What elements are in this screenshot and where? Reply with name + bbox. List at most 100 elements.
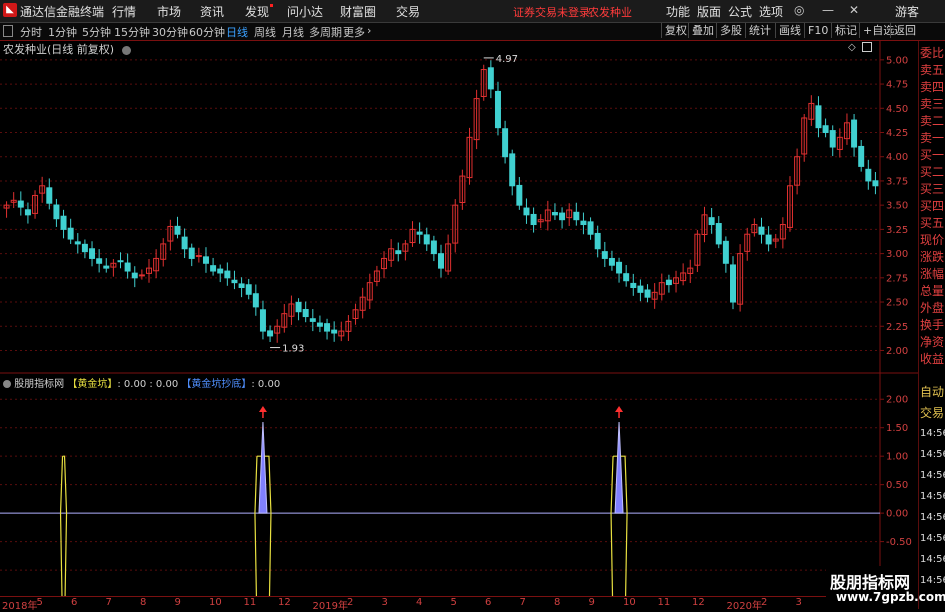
x-axis: 2018年 5 6 7 8 9 10 11 12 2019年 2 3 4 5 6 7 8 9 10 11 12 2020年…: [0, 596, 918, 612]
x-tick-label: 8: [140, 597, 147, 608]
quote-row-label: 收益: [920, 352, 945, 366]
candle-body: [89, 248, 96, 259]
tick-time: 14:56: [920, 575, 945, 586]
indicator-label-2: 【黄金坑抄底】: [181, 379, 252, 390]
candle-body: [103, 265, 110, 269]
x-tick-label: 6: [485, 597, 492, 608]
signal-arrow-head: [258, 406, 267, 413]
indicator-y-tick-label: 1.00: [886, 452, 908, 463]
candle-body: [238, 283, 245, 288]
tick-time: 14:56: [920, 512, 945, 523]
x-tick-label: 8: [554, 597, 561, 608]
indicator-header: 股朋指标网 【黄金坑】: 0.00 : 0.00 【黄金坑抄底】: 0.00: [3, 375, 280, 390]
x-tick-label: 10: [209, 597, 222, 608]
candle-body: [309, 318, 316, 322]
candle-body: [851, 119, 858, 148]
candle-body: [822, 125, 829, 134]
candle-body: [259, 309, 266, 332]
trade-option-label[interactable]: 自动: [920, 382, 944, 402]
candle-body: [601, 251, 608, 259]
y-tick-label: 2.25: [886, 322, 908, 333]
indicator-label-1: 【黄金坑】: [67, 379, 118, 390]
candle-body: [188, 247, 195, 259]
y-tick-label: 4.50: [886, 104, 908, 115]
candle-body: [872, 180, 879, 187]
signal-arrow-head: [615, 406, 624, 413]
candle-body: [316, 322, 323, 327]
low-label: 1.93: [282, 344, 304, 355]
signal-spike: [614, 421, 624, 514]
candle-body: [117, 260, 124, 263]
candle-body: [494, 90, 501, 129]
kline-chart[interactable]: 5.00 4.75 4.50 4.25 4.00 3.75 3.50 3.25 3.00 2.75…: [0, 0, 945, 609]
indicator-value-1: : 0.00 : 0.00: [117, 379, 179, 390]
x-tick-label: 10: [623, 597, 636, 608]
candle-body: [623, 273, 630, 282]
candle-body: [60, 215, 67, 230]
candle-body: [765, 234, 772, 245]
y-tick-label: 2.00: [886, 346, 908, 357]
high-label: 4.97: [496, 54, 518, 65]
candle-body: [195, 255, 202, 258]
x-tick-label: 4: [416, 597, 423, 608]
indicator-box: [59, 455, 68, 609]
candle-body: [202, 256, 209, 264]
indicator-settings-icon[interactable]: [3, 380, 11, 388]
indicator-y-tick-label: 0.50: [886, 480, 908, 491]
x-tick-label: 9: [588, 597, 595, 608]
candle-body: [416, 231, 423, 235]
x-tick-label: 7: [519, 597, 526, 608]
signal-spike: [258, 421, 268, 514]
candle-body: [594, 232, 601, 250]
candle-body: [551, 212, 558, 216]
candle-body: [516, 184, 523, 206]
candle-body: [53, 204, 60, 220]
candle-body: [644, 289, 651, 298]
candle-body: [509, 153, 516, 187]
x-tick-label: 2018年: [2, 601, 38, 612]
x-tick-label: 2: [761, 597, 768, 608]
x-tick-label: 9: [174, 597, 181, 608]
x-tick-label: 3: [795, 597, 802, 608]
x-tick-label: 2: [347, 597, 354, 608]
candle-body: [67, 227, 74, 240]
candle-body: [331, 329, 338, 334]
indicator-value-2: : 0.00: [251, 379, 281, 390]
indicator-y-tick-label: 0.00: [886, 509, 908, 520]
x-tick-label: 6: [71, 597, 78, 608]
candle-body: [267, 330, 274, 337]
watermark-url: www.7gpzb.com: [836, 590, 945, 604]
candle-body: [181, 236, 188, 250]
candle-body: [245, 284, 252, 295]
y-tick-label: 4.75: [886, 80, 908, 91]
x-tick-label: 2020年: [726, 601, 762, 612]
candle-body: [210, 265, 217, 272]
quote-side-panel: 委比 卖五 卖四 卖三 卖二 卖一 买一 买二 买三 买四 买五 现价 涨跌 涨幅 总量 外盘 换手 净资 收益 自动…: [918, 41, 945, 609]
candle-body: [138, 274, 145, 277]
tick-time: 14:56: [920, 428, 945, 439]
candle-body: [758, 226, 765, 235]
candle-body: [74, 241, 81, 245]
tick-time: 14:56: [920, 470, 945, 481]
candle-body: [295, 301, 302, 313]
candle-body: [174, 225, 181, 235]
candle-body: [502, 128, 509, 158]
indicator-y-tick-label: 2.00: [886, 395, 908, 406]
candle-body: [616, 261, 623, 274]
candle-body: [438, 253, 444, 269]
candle-body: [231, 279, 238, 284]
candle-body: [430, 240, 437, 255]
candle-body: [24, 209, 31, 216]
tick-time: 14:56: [920, 491, 945, 502]
y-tick-label: 4.25: [886, 128, 908, 139]
y-tick-label: 3.75: [886, 176, 908, 187]
candle-body: [715, 223, 722, 245]
watermark: 股朋指标网 www.7gpzb.com: [826, 566, 945, 609]
candle-body: [81, 243, 88, 253]
tick-time: 14:56: [920, 554, 945, 565]
candle-body: [630, 282, 637, 289]
x-tick-label: 12: [692, 597, 705, 608]
trade-option-label[interactable]: 交易: [920, 403, 944, 423]
y-tick-label: 4.00: [886, 152, 908, 163]
candle-body: [573, 211, 580, 221]
